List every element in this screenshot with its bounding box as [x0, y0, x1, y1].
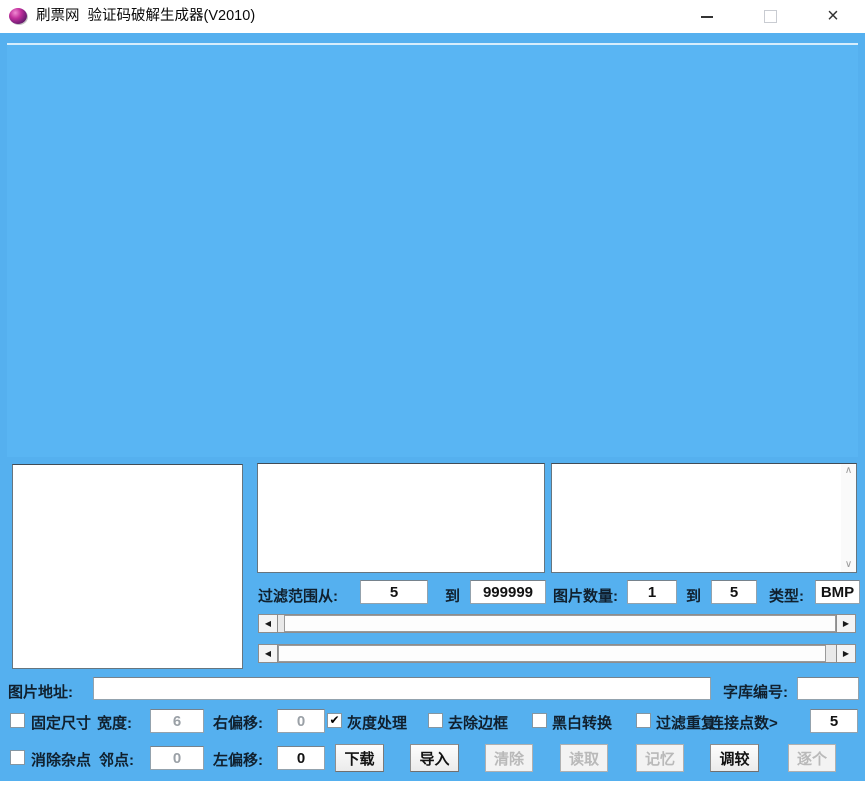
image-count-to-input[interactable] [711, 580, 757, 604]
scrollbar-track[interactable] [278, 644, 836, 663]
titlebar: 刷票网 验证码破解生成器(V2010) × [0, 0, 865, 33]
scroll-left-icon[interactable]: ◀ [258, 644, 278, 663]
grayscale-checkbox[interactable]: ✔ [327, 713, 342, 728]
grayscale-label: 灰度处理 [347, 712, 407, 733]
adjust-button[interactable]: 调较 [710, 744, 759, 772]
app-icon [9, 8, 27, 24]
filter-to-input[interactable] [470, 580, 546, 604]
fixed-size-checkbox[interactable] [10, 713, 25, 728]
right-offset-input[interactable] [277, 709, 325, 733]
window-title: 刷票网 验证码破解生成器(V2010) [36, 0, 255, 33]
scroll-up-icon[interactable]: ∧ [845, 464, 852, 478]
image-count-label: 图片数量: [553, 585, 618, 606]
filter-duplicate-label: 过滤重复 [656, 712, 716, 733]
minimize-icon [701, 16, 713, 18]
minimize-button[interactable] [684, 0, 730, 33]
image-type-input[interactable] [815, 580, 860, 604]
image-address-input[interactable] [93, 677, 711, 700]
vertical-scrollbar[interactable]: ∧ ∨ [841, 464, 856, 572]
filter-from-input[interactable] [360, 580, 428, 604]
font-library-label: 字库编号: [723, 681, 788, 702]
filter-to-label: 到 [445, 585, 460, 606]
image-count-to-label: 到 [686, 585, 701, 606]
bw-convert-label: 黑白转换 [552, 712, 612, 733]
image-count-from-input[interactable] [627, 580, 677, 604]
width-input[interactable] [150, 709, 204, 733]
result-listbox[interactable] [257, 463, 545, 573]
app-window: 刷票网 验证码破解生成器(V2010) × ∧ ∨ 过滤范围从: 到 图片数量:… [0, 0, 865, 786]
maximize-button[interactable] [747, 0, 793, 33]
log-listbox[interactable]: ∧ ∨ [551, 463, 857, 573]
remove-noise-label: 消除杂点 [31, 749, 91, 770]
left-offset-label: 左偏移: [213, 749, 263, 770]
close-icon: × [827, 5, 839, 28]
filter-range-label: 过滤范围从: [258, 585, 338, 606]
scroll-down-icon[interactable]: ∨ [845, 558, 852, 572]
neighbor-input[interactable] [150, 746, 204, 770]
read-button[interactable]: 读取 [560, 744, 608, 772]
right-offset-label: 右偏移: [213, 712, 263, 733]
one-by-one-button[interactable]: 逐个 [788, 744, 836, 772]
maximize-icon [764, 10, 777, 23]
fixed-size-label: 固定尺寸 [31, 712, 91, 733]
scroll-left-icon[interactable]: ◀ [258, 614, 278, 633]
close-button[interactable]: × [810, 0, 856, 33]
window-body: ∧ ∨ 过滤范围从: 到 图片数量: 到 类型: ◀ ▶ ◀ ▶ 图片地址: 字… [0, 33, 865, 781]
neighbor-label: 邻点: [99, 749, 134, 770]
filter-duplicate-checkbox[interactable] [636, 713, 651, 728]
font-library-input[interactable] [797, 677, 859, 700]
image-address-label: 图片地址: [8, 681, 73, 702]
download-button[interactable]: 下载 [335, 744, 384, 772]
import-button[interactable]: 导入 [410, 744, 459, 772]
memorize-button[interactable]: 记忆 [636, 744, 684, 772]
horizontal-scrollbar-2[interactable]: ◀ ▶ [258, 644, 856, 663]
clear-button[interactable]: 清除 [485, 744, 533, 772]
scroll-right-icon[interactable]: ▶ [836, 644, 856, 663]
left-offset-input[interactable] [277, 746, 325, 770]
scrollbar-track[interactable] [278, 614, 836, 633]
width-label: 宽度: [97, 712, 132, 733]
remove-border-checkbox[interactable] [428, 713, 443, 728]
scrollbar-thumb[interactable] [284, 615, 836, 632]
remove-noise-checkbox[interactable] [10, 750, 25, 765]
connect-points-label: 连接点数> [709, 712, 778, 733]
horizontal-scrollbar-1[interactable]: ◀ ▶ [258, 614, 856, 633]
bw-convert-checkbox[interactable] [532, 713, 547, 728]
connect-points-input[interactable] [810, 709, 858, 733]
preview-panel [12, 464, 243, 669]
scroll-right-icon[interactable]: ▶ [836, 614, 856, 633]
image-type-label: 类型: [769, 585, 804, 606]
captcha-canvas [7, 43, 858, 457]
scrollbar-thumb[interactable] [278, 645, 826, 662]
remove-border-label: 去除边框 [448, 712, 508, 733]
